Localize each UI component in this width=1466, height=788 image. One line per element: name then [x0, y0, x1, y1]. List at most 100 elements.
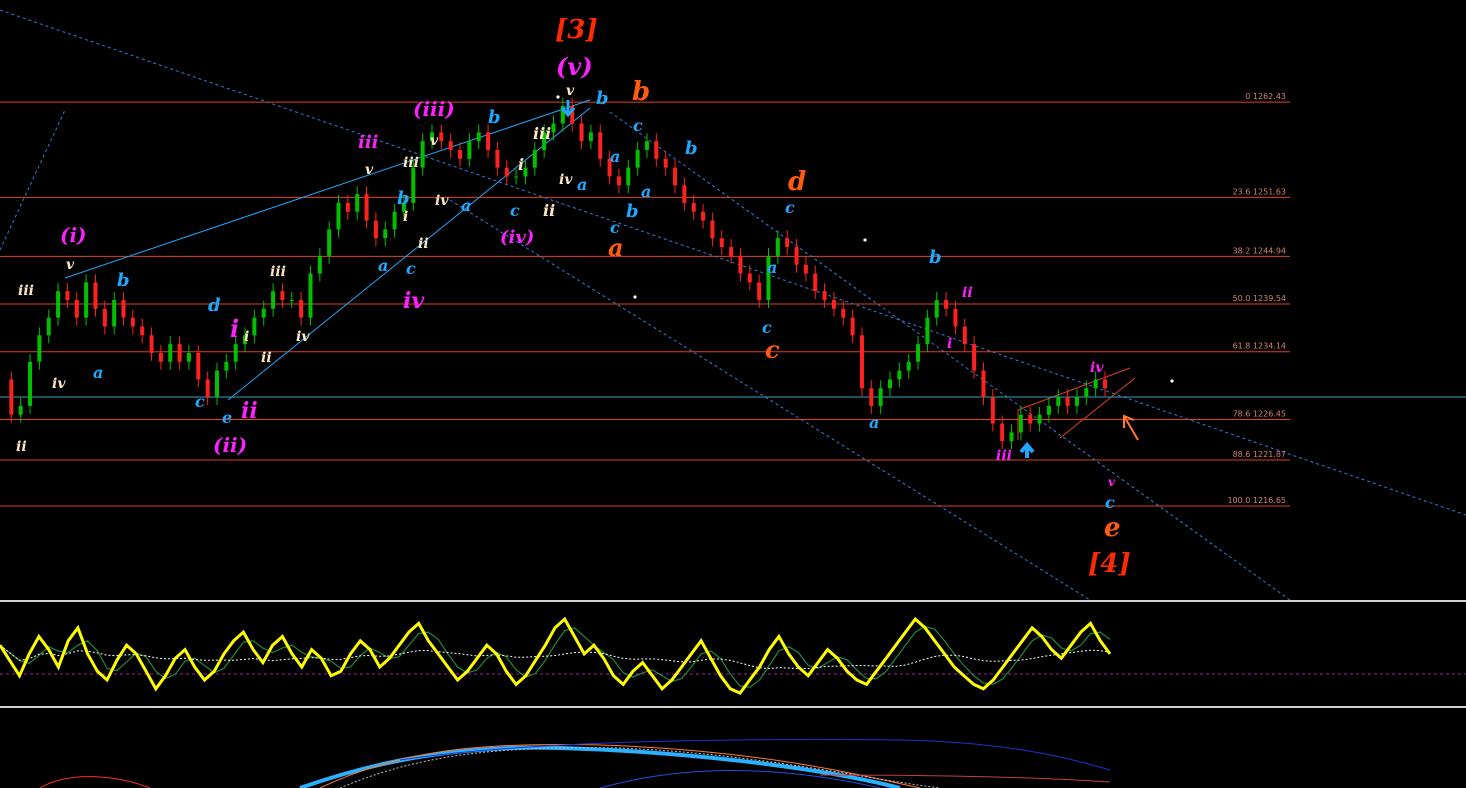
candle-body — [850, 317, 855, 336]
svg-text:c: c — [610, 218, 620, 237]
svg-text:i: i — [518, 155, 524, 174]
candle-body — [1084, 388, 1089, 398]
fib-label-3: 50.0 1239.54 — [1233, 294, 1286, 303]
candle-body — [299, 300, 304, 318]
svg-text:ii: ii — [962, 285, 973, 301]
panel-separator-lower — [0, 706, 1466, 708]
candle-body — [1065, 397, 1070, 406]
candle-body — [738, 255, 743, 274]
candle-body — [981, 370, 986, 398]
svg-text:v: v — [66, 257, 75, 273]
fib-label-1: 23.6 1251.63 — [1233, 187, 1286, 196]
candle-body — [1000, 423, 1005, 442]
candle-body — [121, 300, 126, 318]
svg-text:v: v — [1108, 475, 1116, 489]
svg-text:iv: iv — [296, 329, 310, 345]
fib-label-4: 61.8 1234.14 — [1233, 342, 1286, 351]
candle-body — [345, 202, 350, 212]
candle-body — [551, 123, 556, 133]
candle-body — [364, 194, 369, 221]
svg-text:a: a — [461, 196, 471, 215]
candle-body — [74, 300, 79, 318]
svg-text:ii: ii — [241, 398, 258, 424]
svg-text:ii: ii — [543, 201, 555, 220]
svg-text:iv: iv — [52, 376, 66, 392]
candle-body — [579, 123, 584, 142]
candle-body — [953, 308, 958, 327]
candle-body — [28, 361, 33, 406]
wave-label-minor-iii: (iii) — [413, 97, 455, 121]
fib-levels: 0 1262.43 23.6 1251.63 38.2 1244.94 50.0 12… — [0, 92, 1290, 507]
candle-body — [224, 361, 229, 371]
candle-body — [214, 370, 219, 398]
wave-label-minor-ii: (ii) — [213, 433, 247, 457]
candle-body — [831, 300, 836, 309]
svg-text:b: b — [117, 270, 130, 291]
candle-body — [504, 167, 509, 177]
candle-body — [439, 132, 444, 142]
svg-text:i: i — [230, 314, 239, 343]
candle-body — [1009, 432, 1014, 442]
svg-text:ii: ii — [261, 350, 272, 366]
svg-text:c: c — [195, 392, 205, 411]
candle-body — [1028, 414, 1033, 424]
candle-body — [289, 300, 294, 301]
candle-body — [168, 344, 173, 362]
candle-body — [747, 273, 752, 283]
candle-body — [925, 317, 930, 345]
svg-text:c: c — [510, 201, 520, 220]
candle-body — [701, 211, 706, 221]
svg-text:b: b — [626, 201, 639, 222]
candle-body — [916, 344, 921, 362]
svg-text:c: c — [633, 116, 643, 135]
candle-body — [336, 202, 341, 230]
candle-body — [355, 194, 360, 212]
candle-body — [495, 150, 500, 168]
svg-text:a: a — [93, 363, 103, 382]
svg-text:a: a — [641, 182, 651, 201]
candle-body — [252, 317, 257, 336]
svg-text:c: c — [785, 198, 795, 217]
fib-label-2: 38.2 1244.94 — [1233, 246, 1286, 255]
candle-body — [888, 379, 893, 389]
candle-body — [514, 176, 519, 178]
candle-body — [196, 352, 201, 380]
svg-text:iv: iv — [403, 288, 424, 314]
candle-body — [644, 141, 649, 150]
candle-body — [1046, 405, 1051, 415]
candle-body — [373, 220, 378, 239]
svg-text:iii: iii — [996, 448, 1012, 464]
candle-body — [803, 264, 808, 274]
svg-text:d: d — [208, 295, 221, 316]
candle-body — [785, 238, 790, 248]
svg-text:i: i — [403, 209, 408, 225]
svg-text:c: c — [762, 318, 772, 337]
price-chart: 0 1262.43 23.6 1251.63 38.2 1244.94 50.0 12… — [0, 9, 1466, 788]
candle-body — [383, 229, 388, 239]
candle-body — [691, 202, 696, 212]
candle-body — [682, 185, 687, 203]
svg-text:i: i — [244, 329, 249, 345]
candle-body — [663, 158, 668, 168]
candle-body — [84, 282, 89, 318]
candle-body — [813, 273, 818, 292]
candle-body — [841, 308, 846, 318]
candle-body — [308, 273, 313, 318]
candle-body — [1074, 397, 1079, 406]
svg-text:c: c — [406, 259, 416, 278]
svg-text:c: c — [1105, 493, 1115, 512]
candle-body — [37, 335, 42, 362]
candle-body — [654, 141, 659, 159]
candle-body — [878, 388, 883, 406]
wave-label-minor-i: (i) — [60, 223, 87, 247]
svg-text:e: e — [222, 408, 232, 427]
candle-body — [177, 344, 182, 362]
svg-text:b: b — [488, 107, 501, 128]
candle-body — [635, 150, 640, 168]
candle-body — [317, 255, 322, 274]
candle-body — [140, 326, 145, 336]
candle-body — [729, 247, 734, 256]
svg-text:i: i — [947, 336, 952, 352]
svg-text:e: e — [1104, 513, 1121, 543]
candle-body — [673, 167, 678, 186]
